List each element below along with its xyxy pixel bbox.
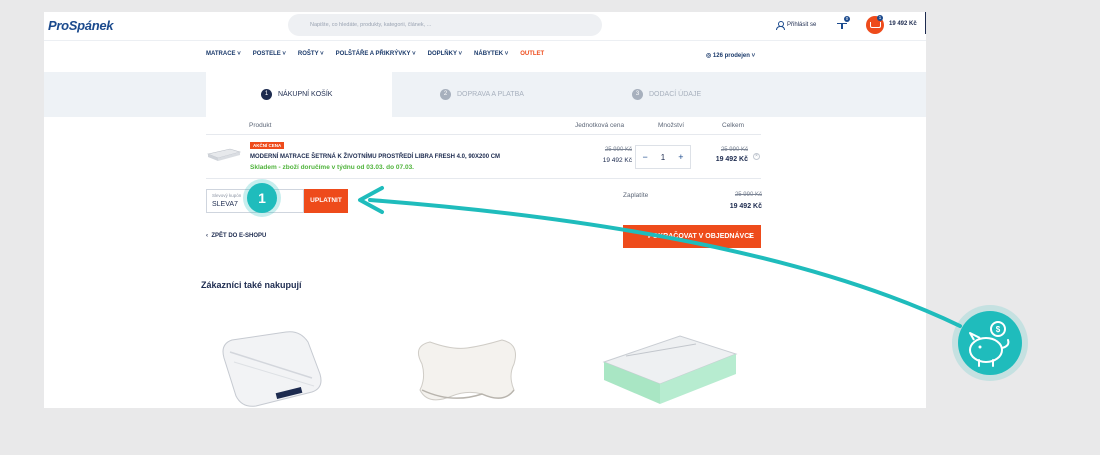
step-annotation-badge: 1 <box>247 183 277 213</box>
tutorial-arrow: $ <box>358 186 1028 381</box>
piggy-bank-icon <box>958 311 1022 375</box>
